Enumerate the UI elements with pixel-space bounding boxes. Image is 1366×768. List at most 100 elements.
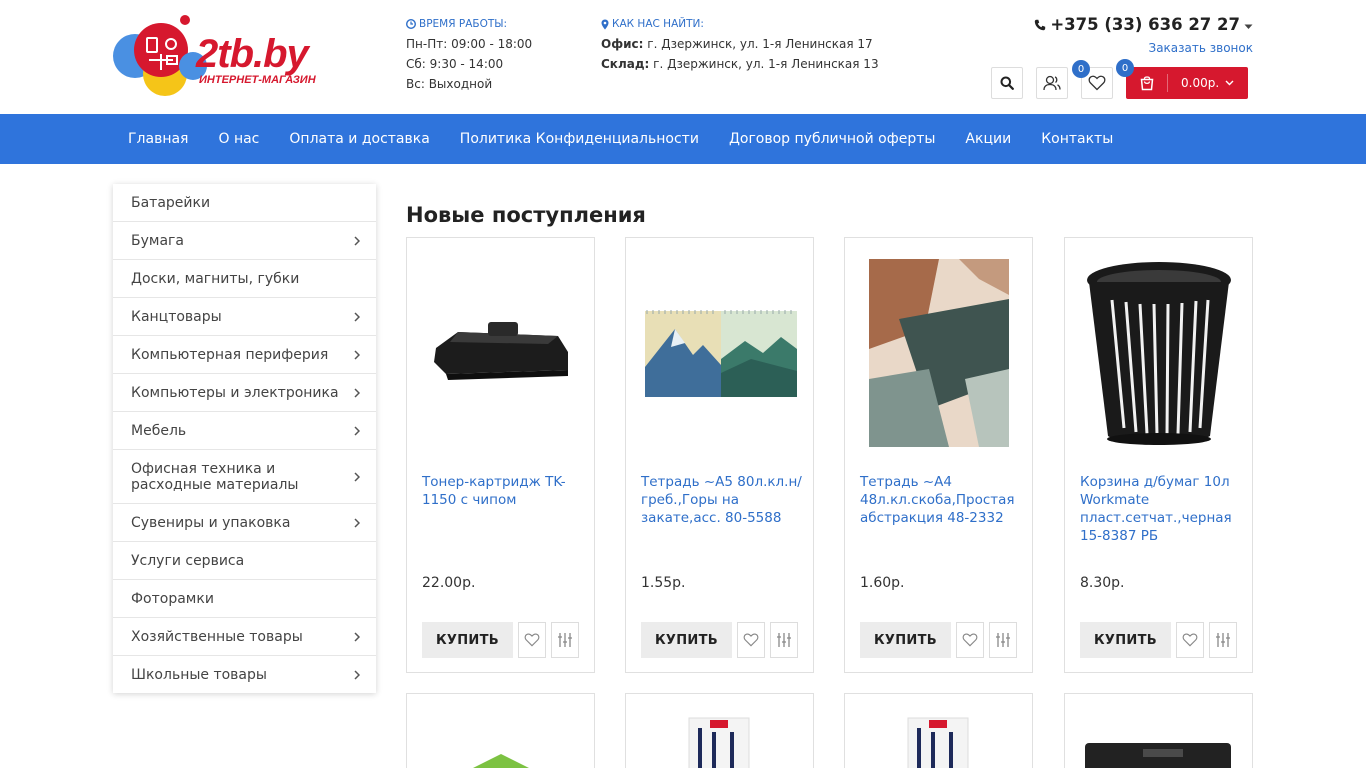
callback-link[interactable]: Заказать звонок bbox=[1034, 40, 1254, 56]
product-image bbox=[1085, 743, 1231, 768]
category-item[interactable]: Доски, магниты, губки bbox=[113, 260, 376, 298]
add-to-compare-button[interactable] bbox=[770, 622, 798, 658]
buy-button[interactable]: КУПИТЬ bbox=[1080, 622, 1171, 658]
category-item[interactable]: Сувениры и упаковка bbox=[113, 504, 376, 542]
product-title[interactable]: Тетрадь ~А5 80л.кл.н/греб.,Горы на закат… bbox=[641, 473, 806, 527]
site-header: 2tb.by ИНТЕРНЕТ-МАГАЗИН ВРЕМЯ РАБОТЫ: Пн… bbox=[0, 0, 1366, 114]
add-to-compare-button[interactable] bbox=[989, 622, 1017, 658]
product-title[interactable]: Корзина д/бумаг 10л Workmate пласт.сетча… bbox=[1080, 473, 1245, 545]
cart-button[interactable]: 0 0.00р. bbox=[1116, 59, 1248, 99]
wishlist-count-badge: 0 bbox=[1072, 60, 1090, 78]
buy-button[interactable]: КУПИТЬ bbox=[641, 622, 732, 658]
site-logo[interactable]: 2tb.by ИНТЕРНЕТ-МАГАЗИН bbox=[113, 14, 345, 98]
buy-button[interactable]: КУПИТЬ bbox=[422, 622, 513, 658]
wishlist-button[interactable]: 0 bbox=[1072, 60, 1113, 99]
chevron-right-icon bbox=[354, 517, 360, 528]
map-pin-icon bbox=[601, 19, 609, 29]
heart-icon bbox=[962, 633, 978, 647]
add-to-wishlist-button[interactable] bbox=[1176, 622, 1204, 658]
add-to-compare-button[interactable] bbox=[1209, 622, 1237, 658]
nav-item-privacy-policy[interactable]: Политика Конфиденциальности bbox=[445, 114, 714, 164]
chevron-right-icon bbox=[354, 471, 360, 482]
warehouse-address: Склад: г. Дзержинск, ул. 1-я Ленинская 1… bbox=[601, 54, 879, 74]
compare-sliders-icon bbox=[996, 633, 1010, 647]
product-image[interactable] bbox=[626, 238, 813, 468]
clock-icon bbox=[406, 19, 416, 29]
product-image bbox=[473, 754, 529, 768]
hours-heading: ВРЕМЯ РАБОТЫ: bbox=[419, 18, 508, 30]
nav-item-home[interactable]: Главная bbox=[113, 114, 203, 164]
category-item[interactable]: Батарейки bbox=[113, 184, 376, 222]
product-price: 1.55р. bbox=[641, 575, 686, 591]
chevron-right-icon bbox=[354, 631, 360, 642]
category-label: Компьютерная периферия bbox=[131, 346, 329, 363]
category-label: Канцтовары bbox=[131, 308, 222, 325]
product-card[interactable]: Корзина д/бумаг 10л Workmate пласт.сетча… bbox=[1064, 237, 1253, 673]
nav-item-payment-delivery[interactable]: Оплата и доставка bbox=[274, 114, 444, 164]
category-label: Сувениры и упаковка bbox=[131, 514, 291, 531]
product-card[interactable] bbox=[1064, 693, 1253, 768]
notebooks-image bbox=[644, 310, 797, 397]
heart-icon bbox=[524, 633, 540, 647]
phone-dropdown[interactable]: +375 (33) 636 27 27 bbox=[1034, 14, 1253, 36]
chevron-right-icon bbox=[354, 387, 360, 398]
buy-button[interactable]: КУПИТЬ bbox=[860, 622, 951, 658]
phone-number: +375 (33) 636 27 27 bbox=[1050, 15, 1240, 34]
product-price: 8.30р. bbox=[1080, 575, 1125, 591]
nav-item-contacts[interactable]: Контакты bbox=[1026, 114, 1128, 164]
category-label: Компьютеры и электроника bbox=[131, 384, 339, 401]
add-to-wishlist-button[interactable] bbox=[737, 622, 765, 658]
working-hours: ВРЕМЯ РАБОТЫ: Пн-Пт: 09:00 - 18:00 Сб: 9… bbox=[406, 17, 532, 94]
office-value: г. Дзержинск, ул. 1-я Ленинская 17 bbox=[647, 37, 873, 51]
product-card[interactable]: Тетрадь ~А4 48л.кл.скоба,Простая абстрак… bbox=[844, 237, 1033, 673]
chevron-right-icon bbox=[354, 349, 360, 360]
product-image[interactable] bbox=[845, 238, 1032, 468]
nav-item-public-offer[interactable]: Договор публичной оферты bbox=[714, 114, 950, 164]
category-item[interactable]: Услуги сервиса bbox=[113, 542, 376, 580]
office-address: Офис: г. Дзержинск, ул. 1-я Ленинская 17 bbox=[601, 34, 879, 54]
product-card[interactable] bbox=[844, 693, 1033, 768]
category-item[interactable]: Мебель bbox=[113, 412, 376, 450]
warehouse-label: Склад: bbox=[601, 57, 650, 71]
product-card[interactable] bbox=[625, 693, 814, 768]
category-item[interactable]: Фоторамки bbox=[113, 580, 376, 618]
hours-sunday: Вс: Выходной bbox=[406, 77, 493, 91]
add-to-wishlist-button[interactable] bbox=[518, 622, 546, 658]
product-image[interactable] bbox=[407, 238, 594, 468]
category-label: Бумага bbox=[131, 232, 184, 249]
main-nav: Главная О нас Оплата и доставка Политика… bbox=[0, 114, 1366, 164]
category-item[interactable]: Хозяйственные товары bbox=[113, 618, 376, 656]
product-card[interactable] bbox=[406, 693, 595, 768]
product-card[interactable]: Тетрадь ~А5 80л.кл.н/греб.,Горы на закат… bbox=[625, 237, 814, 673]
category-item[interactable]: Офисная техника и расходные материалы bbox=[113, 450, 376, 504]
add-to-compare-button[interactable] bbox=[551, 622, 579, 658]
user-icon bbox=[1043, 75, 1061, 91]
category-item[interactable]: Канцтовары bbox=[113, 298, 376, 336]
phone-icon bbox=[1035, 19, 1046, 31]
product-card[interactable]: Тонер-картридж TK-1150 с чипом 22.00р. К… bbox=[406, 237, 595, 673]
product-title[interactable]: Тонер-картридж TK-1150 с чипом bbox=[422, 473, 587, 509]
product-price: 1.60р. bbox=[860, 575, 905, 591]
chevron-right-icon bbox=[354, 311, 360, 322]
nav-item-promotions[interactable]: Акции bbox=[950, 114, 1026, 164]
product-image bbox=[907, 717, 969, 768]
add-to-wishlist-button[interactable] bbox=[956, 622, 984, 658]
hours-saturday: Сб: 9:30 - 14:00 bbox=[406, 57, 504, 71]
nav-item-about[interactable]: О нас bbox=[203, 114, 274, 164]
warehouse-value: г. Дзержинск, ул. 1-я Ленинская 13 bbox=[653, 57, 879, 71]
category-item[interactable]: Бумага bbox=[113, 222, 376, 260]
wastebasket-image bbox=[1086, 262, 1231, 445]
category-item[interactable]: Компьютерная периферия bbox=[113, 336, 376, 374]
search-button[interactable] bbox=[991, 67, 1023, 99]
contact-block: +375 (33) 636 27 27 Заказать звонок bbox=[1034, 14, 1253, 56]
account-button[interactable] bbox=[1036, 67, 1068, 99]
office-label: Офис: bbox=[601, 37, 644, 51]
category-item[interactable]: Школьные товары bbox=[113, 656, 376, 693]
logo-text: 2tb.by bbox=[196, 32, 309, 76]
cart-count-badge: 0 bbox=[1116, 59, 1134, 77]
category-item[interactable]: Компьютеры и электроника bbox=[113, 374, 376, 412]
product-title[interactable]: Тетрадь ~А4 48л.кл.скоба,Простая абстрак… bbox=[860, 473, 1025, 527]
product-image bbox=[688, 717, 750, 768]
chevron-right-icon bbox=[354, 425, 360, 436]
product-image[interactable] bbox=[1065, 238, 1252, 468]
